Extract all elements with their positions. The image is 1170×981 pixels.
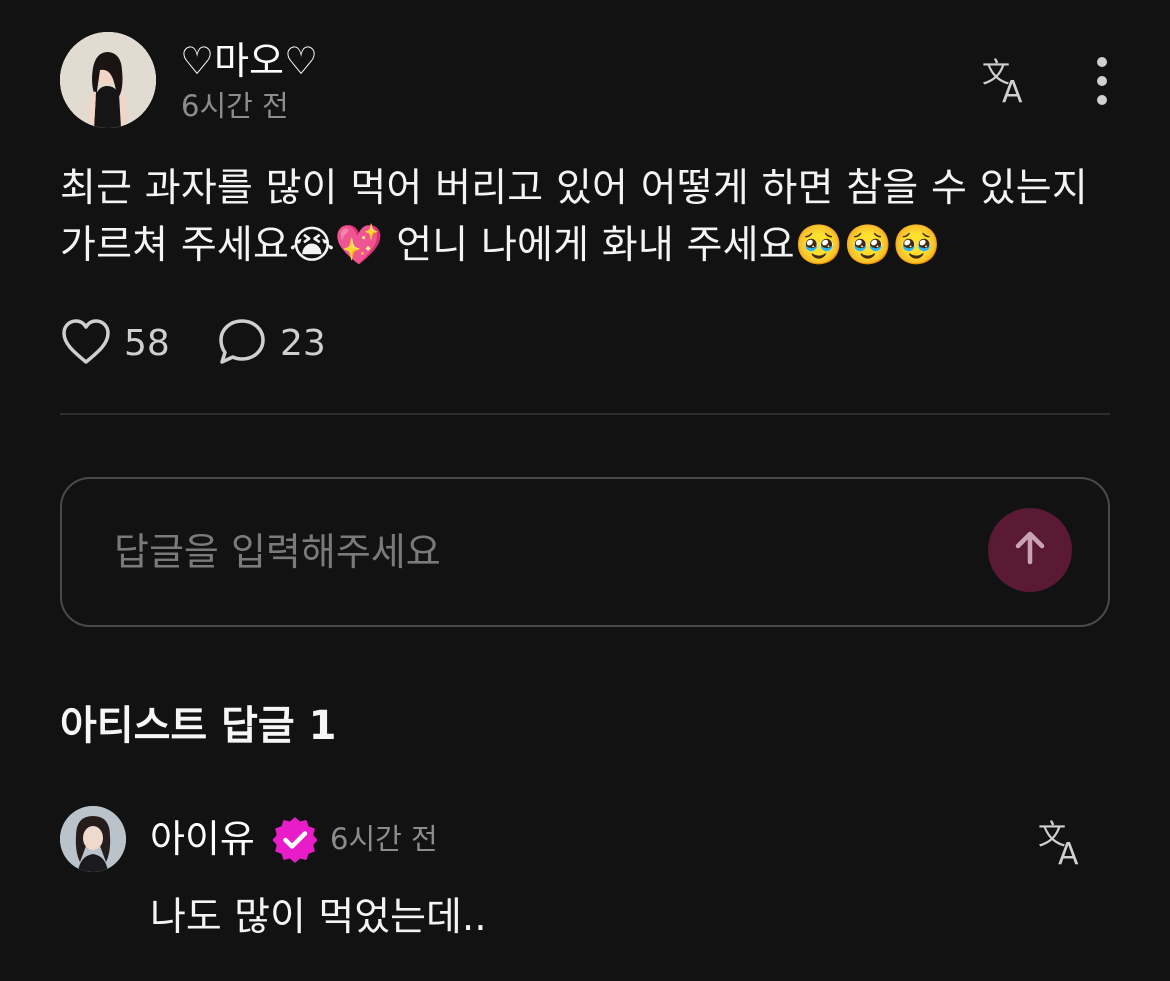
- speech-bubble-icon: [216, 317, 268, 371]
- comment-button[interactable]: 23: [216, 316, 326, 372]
- author-name[interactable]: ♡마오♡: [180, 38, 318, 84]
- artist-avatar[interactable]: [60, 806, 126, 872]
- author-avatar[interactable]: [60, 32, 156, 128]
- svg-text:A: A: [1002, 75, 1023, 106]
- artist-name[interactable]: 아이유: [150, 816, 255, 862]
- post-header: ♡마오♡ 6시간 전 文 A: [60, 32, 1110, 130]
- verified-badge-icon: [270, 814, 320, 864]
- arrow-up-icon: [1010, 528, 1050, 572]
- artist-reply-item: 아이유 6시간 전 文 A 나도 많이 먹었는데..: [60, 806, 1110, 966]
- heart-outline-icon: [60, 318, 112, 370]
- more-vertical-icon[interactable]: [1086, 54, 1118, 110]
- send-button[interactable]: [988, 508, 1072, 592]
- translate-icon[interactable]: 文 A: [980, 54, 1032, 110]
- svg-text:A: A: [1058, 837, 1079, 868]
- like-button[interactable]: 58: [60, 316, 170, 372]
- divider: [60, 413, 1110, 415]
- post-actions: 58 23: [60, 316, 460, 372]
- artist-replies-title: 아티스트 답글 1: [60, 703, 337, 749]
- post-timestamp: 6시간 전: [181, 89, 289, 123]
- translate-icon[interactable]: 文 A: [1036, 816, 1088, 872]
- reply-timestamp: 6시간 전: [330, 822, 438, 856]
- artist-reply-text: 나도 많이 먹었는데..: [150, 895, 487, 940]
- post-body-text: 최근 과자를 많이 먹어 버리고 있어 어떻게 하면 참을 수 있는지 가르쳐 …: [60, 166, 1088, 268]
- reply-input[interactable]: [112, 519, 966, 585]
- comment-count: 23: [280, 323, 326, 364]
- like-count: 58: [124, 323, 170, 364]
- reply-input-box: [60, 477, 1110, 627]
